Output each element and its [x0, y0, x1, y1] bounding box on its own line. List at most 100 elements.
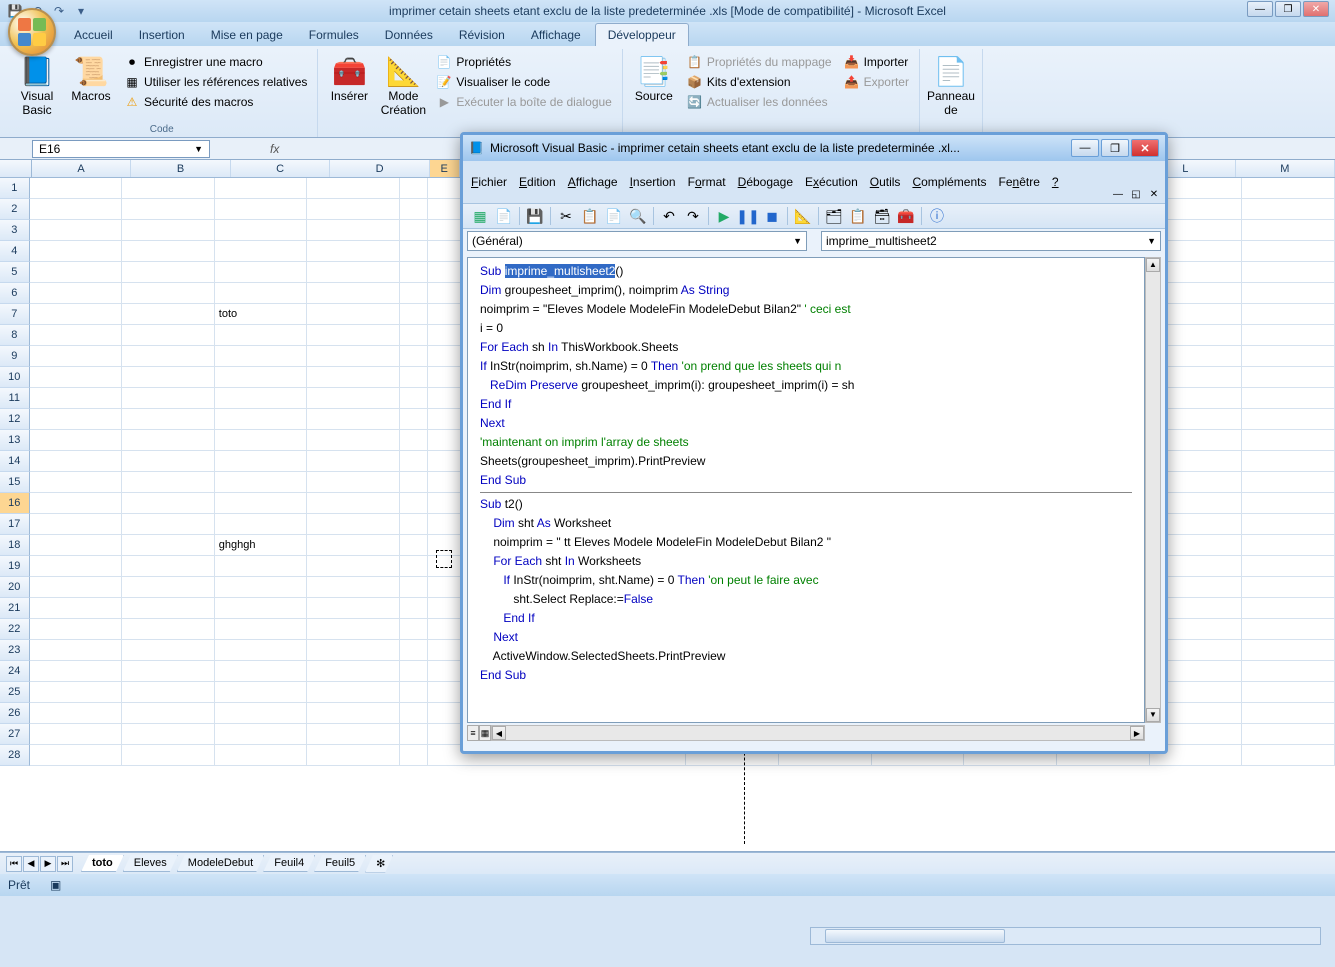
cell[interactable] — [1242, 619, 1335, 640]
cell[interactable] — [400, 178, 428, 199]
cell[interactable] — [122, 745, 215, 766]
scroll-up-icon[interactable]: ▲ — [1146, 258, 1160, 272]
row-header[interactable]: 16 — [0, 493, 30, 514]
cell[interactable] — [30, 556, 123, 577]
cell[interactable] — [122, 472, 215, 493]
cell[interactable] — [122, 325, 215, 346]
row-header[interactable]: 23 — [0, 640, 30, 661]
row-header[interactable]: 24 — [0, 661, 30, 682]
macro-security-button[interactable]: ⚠Sécurité des macros — [120, 93, 311, 111]
cell[interactable] — [307, 325, 400, 346]
cell[interactable] — [307, 640, 400, 661]
row-header[interactable]: 27 — [0, 724, 30, 745]
scroll-thumb[interactable] — [825, 929, 1005, 943]
cell[interactable] — [400, 451, 428, 472]
cell[interactable] — [122, 367, 215, 388]
cell[interactable] — [122, 577, 215, 598]
nav-last-icon[interactable]: ⏭ — [57, 856, 73, 872]
cell[interactable] — [1242, 724, 1335, 745]
tb-explorer-icon[interactable]: 🗂 — [825, 207, 843, 225]
cell[interactable] — [30, 745, 123, 766]
properties-button[interactable]: 📄Propriétés — [432, 53, 615, 71]
vbe-titlebar[interactable]: 📘 Microsoft Visual Basic - imprimer ceta… — [463, 135, 1165, 161]
row-header[interactable]: 21 — [0, 598, 30, 619]
cell[interactable] — [400, 514, 428, 535]
sheet-tab[interactable]: ModeleDebut — [177, 855, 264, 872]
cell[interactable] — [400, 619, 428, 640]
col-header[interactable]: D — [330, 160, 429, 177]
cell[interactable] — [122, 241, 215, 262]
col-header[interactable]: E — [430, 160, 460, 177]
cell[interactable] — [215, 409, 308, 430]
fx-icon[interactable]: fx — [270, 142, 279, 156]
cell[interactable] — [1242, 556, 1335, 577]
cell[interactable] — [122, 535, 215, 556]
cell[interactable] — [400, 346, 428, 367]
cell[interactable] — [30, 493, 123, 514]
scroll-left-icon[interactable]: ◀ — [492, 726, 506, 740]
row-header[interactable]: 4 — [0, 241, 30, 262]
vbe-vertical-scrollbar[interactable]: ▲ ▼ — [1145, 257, 1161, 723]
maximize-button[interactable]: ❐ — [1275, 1, 1301, 17]
cell[interactable] — [400, 409, 428, 430]
cell[interactable] — [400, 283, 428, 304]
new-sheet-tab[interactable]: ✻ — [365, 855, 393, 873]
vbe-sub-restore-icon[interactable]: ◱ — [1129, 187, 1143, 201]
cell[interactable] — [215, 472, 308, 493]
cell[interactable] — [1242, 682, 1335, 703]
insert-control-button[interactable]: 🧰 Insérer — [324, 53, 374, 105]
design-mode-button[interactable]: 📐 Mode Création — [378, 53, 428, 119]
cell[interactable] — [30, 220, 123, 241]
tb-find-icon[interactable]: 🔍 — [629, 207, 647, 225]
cell[interactable] — [30, 514, 123, 535]
vbe-horizontal-scrollbar[interactable]: ◀ ▶ — [491, 725, 1145, 741]
cell[interactable] — [122, 346, 215, 367]
cell[interactable] — [1242, 220, 1335, 241]
office-button[interactable] — [8, 8, 56, 56]
cell[interactable] — [400, 556, 428, 577]
object-dropdown[interactable]: (Général)▼ — [467, 231, 807, 251]
tab-mise-en-page[interactable]: Mise en page — [199, 24, 295, 46]
cell[interactable] — [215, 661, 308, 682]
cell[interactable] — [122, 619, 215, 640]
cell[interactable] — [1242, 577, 1335, 598]
col-header[interactable]: C — [231, 160, 330, 177]
vbe-minimize-button[interactable]: — — [1071, 139, 1099, 157]
relative-refs-button[interactable]: ▦Utiliser les références relatives — [120, 73, 311, 91]
cell[interactable] — [122, 304, 215, 325]
cell[interactable] — [400, 724, 428, 745]
nav-next-icon[interactable]: ▶ — [40, 856, 56, 872]
cell[interactable] — [400, 535, 428, 556]
cell[interactable] — [122, 409, 215, 430]
cell[interactable] — [400, 745, 428, 766]
tb-save-icon[interactable]: 💾 — [526, 207, 544, 225]
cell[interactable] — [400, 640, 428, 661]
cell[interactable] — [215, 640, 308, 661]
menu-help[interactable]: ? — [1052, 175, 1059, 189]
cell[interactable] — [400, 493, 428, 514]
cell[interactable] — [122, 388, 215, 409]
sheet-tab[interactable]: Feuil5 — [314, 855, 366, 872]
cell[interactable] — [122, 283, 215, 304]
cell[interactable] — [122, 178, 215, 199]
tb-run-icon[interactable]: ▶ — [715, 207, 733, 225]
tb-props-icon[interactable]: 📋 — [849, 207, 867, 225]
cell[interactable] — [215, 199, 308, 220]
macros-button[interactable]: 📜 Macros — [66, 53, 116, 105]
cell[interactable] — [30, 409, 123, 430]
cell[interactable] — [30, 598, 123, 619]
cell[interactable] — [30, 724, 123, 745]
tab-formules[interactable]: Formules — [297, 24, 371, 46]
tb-paste-icon[interactable]: 📄 — [605, 207, 623, 225]
cell[interactable] — [1242, 640, 1335, 661]
cell[interactable] — [307, 199, 400, 220]
menu-fenetre[interactable]: Fenêtre — [998, 175, 1039, 189]
cell[interactable] — [122, 556, 215, 577]
menu-format[interactable]: Format — [688, 175, 726, 189]
cell[interactable] — [30, 262, 123, 283]
tab-accueil[interactable]: Accueil — [62, 24, 125, 46]
tab-donnees[interactable]: Données — [373, 24, 445, 46]
cell[interactable] — [400, 241, 428, 262]
row-header[interactable]: 28 — [0, 745, 30, 766]
cell[interactable] — [307, 178, 400, 199]
